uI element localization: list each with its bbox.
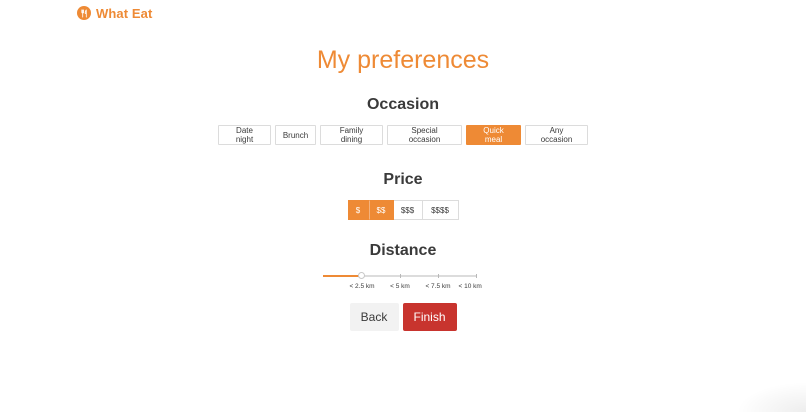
distance-slider-handle[interactable]	[358, 272, 365, 279]
price-options: $ $$ $$$ $$$$	[0, 200, 806, 220]
distance-slider-tick	[400, 274, 401, 278]
distance-slider-marks: < 2.5 km < 5 km < 7.5 km < 10 km	[323, 283, 481, 293]
distance-mark-label[interactable]: < 10 km	[459, 283, 482, 290]
distance-slider-fill	[323, 275, 362, 277]
price-option-4[interactable]: $$$$	[422, 200, 459, 220]
distance-slider[interactable]	[323, 270, 477, 282]
corner-shadow	[736, 382, 806, 412]
price-option-3[interactable]: $$$	[393, 200, 423, 220]
price-title: Price	[383, 171, 423, 188]
preferences-page: What Eat My preferences Occasion Date ni…	[0, 0, 806, 412]
occasion-title: Occasion	[366, 96, 440, 113]
distance-title: Distance	[369, 242, 437, 259]
distance-mark-label[interactable]: < 2.5 km	[349, 283, 374, 290]
distance-mark-label[interactable]: < 5 km	[390, 283, 410, 290]
brand-logo[interactable]: What Eat	[77, 5, 152, 21]
utensils-icon	[77, 6, 91, 20]
page-title: My preferences	[316, 46, 490, 74]
occasion-option-quick-meal[interactable]: Quick meal	[466, 125, 521, 145]
form-actions: Back Finish	[0, 303, 806, 331]
price-option-2[interactable]: $$	[368, 200, 394, 220]
occasion-option-brunch[interactable]: Brunch	[275, 125, 316, 145]
occasion-option-family-dining[interactable]: Family dining	[320, 125, 383, 145]
distance-slider-tick	[438, 274, 439, 278]
distance-mark-label[interactable]: < 7.5 km	[425, 283, 450, 290]
brand-name: What Eat	[96, 5, 153, 21]
finish-button[interactable]: Finish	[402, 303, 457, 331]
occasion-option-any-occasion[interactable]: Any occasion	[525, 125, 588, 145]
price-option-1[interactable]: $	[347, 200, 369, 220]
back-button[interactable]: Back	[349, 303, 399, 331]
distance-slider-tick	[476, 274, 477, 278]
occasion-option-special-occasion[interactable]: Special occasion	[387, 125, 462, 145]
occasion-options: Date night Brunch Family dining Special …	[0, 125, 806, 145]
occasion-option-date-night[interactable]: Date night	[218, 125, 271, 145]
